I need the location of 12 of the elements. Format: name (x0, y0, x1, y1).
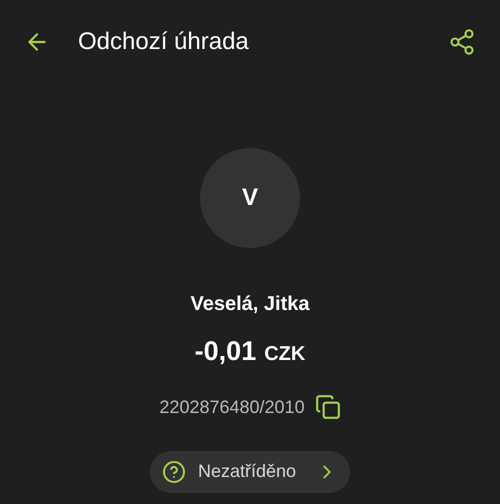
share-icon (448, 28, 476, 56)
share-button[interactable] (448, 28, 476, 56)
question-icon (162, 460, 186, 484)
screen-title: Odchozí úhrada (78, 27, 249, 57)
copy-icon (314, 394, 341, 420)
counterparty-name: Veselá, Jitka (190, 292, 310, 317)
currency: CZK (264, 342, 306, 367)
avatar: V (200, 148, 300, 248)
account-number: 2202876480/2010 (159, 396, 305, 418)
category-chip[interactable]: Nezatříděno (150, 450, 350, 492)
amount-value: -0,01 (194, 335, 256, 368)
copy-button[interactable] (314, 394, 341, 420)
